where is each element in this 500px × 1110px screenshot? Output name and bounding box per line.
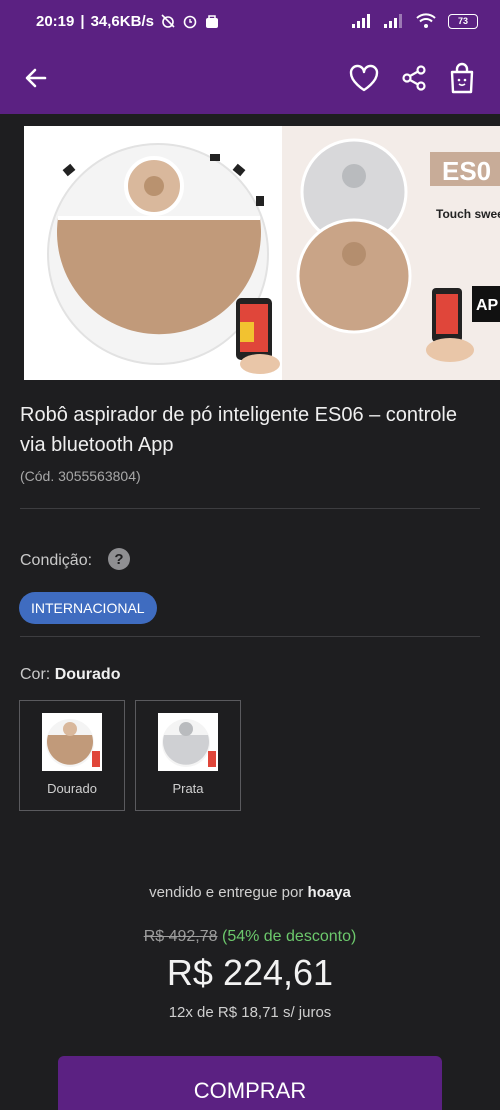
battery-icon: 73 [448, 13, 478, 29]
color-label-text: Cor: [20, 666, 51, 683]
current-price: R$ 224,61 [166, 952, 334, 993]
product-title: Robô aspirador de pó inteligente ES06 – … [20, 404, 457, 456]
seller-name-link[interactable]: hoaya [308, 884, 351, 901]
battery-level: 73 [457, 16, 468, 26]
buy-button[interactable]: COMPRAR [58, 1056, 442, 1110]
product-image-gallery[interactable]: ES0 Touch swee AP [24, 126, 500, 380]
wifi-icon [416, 13, 436, 28]
color-option-prata[interactable]: Prata [135, 700, 241, 811]
product-image-secondary[interactable]: ES0 Touch swee AP [282, 126, 500, 380]
buy-button-label: COMPRAR [193, 1078, 307, 1103]
price-comparison: R$ 492,78 (54% de desconto) [0, 928, 500, 946]
color-option-thumbnail [42, 713, 102, 771]
installments-info: 12x de R$ 18,71 s/ juros [168, 1004, 332, 1021]
status-bar: 20:19 | 34,6KB/s 73 [0, 0, 500, 42]
share-icon[interactable] [396, 60, 432, 96]
old-price: R$ 492,78 [143, 928, 218, 945]
product-image-main[interactable] [24, 126, 280, 380]
help-icon[interactable]: ? [108, 548, 130, 570]
gallery-badge-text: AP [476, 297, 499, 314]
color-option-label: Prata [172, 781, 204, 796]
seller-info: vendido e entregue por hoaya [0, 884, 500, 901]
back-arrow-icon[interactable] [18, 60, 54, 96]
seller-prefix: vendido e entregue por [149, 884, 304, 901]
divider [20, 508, 480, 509]
color-label: Cor: Dourado [20, 666, 120, 684]
condition-label: Condição: [20, 552, 93, 569]
status-time: 20:19 [36, 12, 75, 30]
color-option-label: Dourado [47, 781, 97, 796]
signal-icon [384, 14, 402, 28]
color-option-thumbnail [158, 713, 218, 771]
heart-icon[interactable] [346, 60, 382, 96]
alarm-icon [183, 15, 197, 29]
shopping-bag-icon[interactable] [444, 60, 480, 96]
app-bar [0, 42, 500, 114]
gallery-heading-text: ES0 [442, 156, 491, 186]
status-network-speed: 34,6KB/s [90, 12, 154, 30]
bag-icon [205, 15, 218, 28]
alarm-off-icon [161, 14, 175, 28]
signal-icon [352, 14, 370, 28]
color-option-dourado[interactable]: Dourado [19, 700, 125, 811]
condition-badge: INTERNACIONAL [19, 592, 157, 624]
color-selected-value: Dourado [54, 666, 121, 683]
product-code: (Cód. 3055563804) [20, 468, 141, 484]
divider [20, 636, 480, 637]
discount-label: (54% de desconto) [221, 928, 357, 945]
gallery-subheading-text: Touch swee [436, 207, 500, 221]
